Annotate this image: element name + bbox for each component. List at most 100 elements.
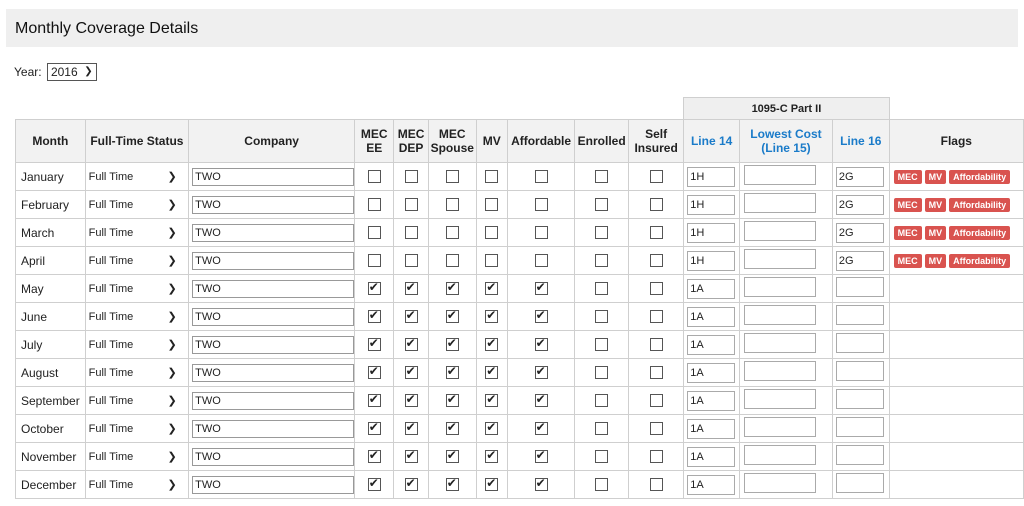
- mv-checkbox[interactable]: [485, 448, 499, 463]
- mec-ee-checkbox[interactable]: [367, 254, 381, 267]
- line14-input[interactable]: 1H: [687, 222, 736, 243]
- mec-dep-checkbox[interactable]: [404, 198, 418, 211]
- mec-spouse-checkbox[interactable]: [445, 392, 459, 407]
- company-input[interactable]: TWO: [192, 391, 355, 410]
- mv-checkbox[interactable]: [485, 364, 499, 379]
- mec-spouse-checkbox[interactable]: [445, 254, 459, 267]
- line16-input[interactable]: [835, 277, 884, 297]
- line16-input[interactable]: [835, 389, 884, 409]
- self-insured-checkbox[interactable]: [649, 198, 663, 211]
- self-insured-checkbox[interactable]: [649, 478, 663, 491]
- line15-input[interactable]: [744, 417, 816, 437]
- mec-dep-checkbox[interactable]: [404, 392, 418, 407]
- line16-input[interactable]: 2G: [835, 222, 884, 243]
- mec-ee-checkbox[interactable]: [367, 170, 381, 183]
- company-input[interactable]: TWO: [192, 223, 355, 242]
- mec-spouse-checkbox[interactable]: [445, 308, 459, 323]
- status-select[interactable]: Full Time ❯: [89, 308, 181, 326]
- mec-spouse-checkbox[interactable]: [445, 420, 459, 435]
- line14-input[interactable]: 1H: [687, 250, 736, 271]
- company-input[interactable]: TWO: [192, 447, 355, 466]
- mec-dep-checkbox[interactable]: [404, 420, 418, 435]
- col-line15-link[interactable]: Lowest Cost (Line 15): [739, 119, 833, 163]
- line15-input[interactable]: [744, 305, 816, 325]
- line15-input[interactable]: [744, 249, 816, 269]
- line14-input[interactable]: 1A: [687, 418, 736, 439]
- line15-input[interactable]: [744, 333, 816, 353]
- mec-ee-checkbox[interactable]: [367, 198, 381, 211]
- affordable-checkbox[interactable]: [534, 254, 548, 267]
- status-select[interactable]: Full Time ❯: [89, 392, 181, 410]
- line14-input[interactable]: 1A: [687, 474, 736, 495]
- mec-ee-checkbox[interactable]: [367, 280, 381, 295]
- line14-input[interactable]: 1A: [687, 278, 736, 299]
- line16-input[interactable]: [835, 305, 884, 325]
- mec-dep-checkbox[interactable]: [404, 280, 418, 295]
- self-insured-checkbox[interactable]: [649, 394, 663, 407]
- mv-checkbox[interactable]: [485, 170, 499, 183]
- line16-input[interactable]: [835, 417, 884, 437]
- line16-input[interactable]: [835, 473, 884, 493]
- mec-dep-checkbox[interactable]: [404, 226, 418, 239]
- enrolled-checkbox[interactable]: [595, 394, 609, 407]
- mec-ee-checkbox[interactable]: [367, 448, 381, 463]
- status-select[interactable]: Full Time ❯: [89, 224, 181, 242]
- line15-input[interactable]: [744, 221, 816, 241]
- line15-input[interactable]: [744, 193, 816, 213]
- line15-input[interactable]: [744, 165, 816, 185]
- line16-input[interactable]: 2G: [835, 194, 884, 215]
- self-insured-checkbox[interactable]: [649, 254, 663, 267]
- line16-input[interactable]: 2G: [835, 250, 884, 271]
- enrolled-checkbox[interactable]: [595, 422, 609, 435]
- line14-input[interactable]: 1H: [687, 194, 736, 215]
- line14-input[interactable]: 1A: [687, 362, 736, 383]
- affordable-checkbox[interactable]: [534, 420, 548, 435]
- affordable-checkbox[interactable]: [534, 280, 548, 295]
- company-input[interactable]: TWO: [192, 195, 355, 214]
- self-insured-checkbox[interactable]: [649, 282, 663, 295]
- enrolled-checkbox[interactable]: [595, 366, 609, 379]
- mec-spouse-checkbox[interactable]: [445, 226, 459, 239]
- line14-input[interactable]: 1A: [687, 390, 736, 411]
- mec-ee-checkbox[interactable]: [367, 226, 381, 239]
- mec-spouse-checkbox[interactable]: [445, 476, 459, 491]
- line15-input[interactable]: [744, 389, 816, 409]
- mv-checkbox[interactable]: [485, 476, 499, 491]
- mec-ee-checkbox[interactable]: [367, 420, 381, 435]
- company-input[interactable]: TWO: [192, 419, 355, 438]
- line16-input[interactable]: [835, 333, 884, 353]
- mv-checkbox[interactable]: [485, 392, 499, 407]
- enrolled-checkbox[interactable]: [595, 310, 609, 323]
- self-insured-checkbox[interactable]: [649, 422, 663, 435]
- mec-dep-checkbox[interactable]: [404, 170, 418, 183]
- status-select[interactable]: Full Time ❯: [89, 196, 181, 214]
- company-input[interactable]: TWO: [192, 475, 355, 494]
- mv-checkbox[interactable]: [485, 226, 499, 239]
- enrolled-checkbox[interactable]: [595, 198, 609, 211]
- mec-spouse-checkbox[interactable]: [445, 170, 459, 183]
- mec-spouse-checkbox[interactable]: [445, 336, 459, 351]
- line15-input[interactable]: [744, 473, 816, 493]
- company-input[interactable]: TWO: [192, 363, 355, 382]
- mv-checkbox[interactable]: [485, 254, 499, 267]
- year-select[interactable]: 2016 ❯: [46, 63, 97, 81]
- status-select[interactable]: Full Time ❯: [89, 336, 181, 354]
- company-input[interactable]: TWO: [192, 167, 355, 186]
- line15-input[interactable]: [744, 277, 816, 297]
- enrolled-checkbox[interactable]: [595, 282, 609, 295]
- mv-checkbox[interactable]: [485, 420, 499, 435]
- mec-dep-checkbox[interactable]: [404, 336, 418, 351]
- affordable-checkbox[interactable]: [534, 198, 548, 211]
- mec-ee-checkbox[interactable]: [367, 392, 381, 407]
- company-input[interactable]: TWO: [192, 251, 355, 270]
- self-insured-checkbox[interactable]: [649, 338, 663, 351]
- status-select[interactable]: Full Time ❯: [89, 252, 181, 270]
- self-insured-checkbox[interactable]: [649, 310, 663, 323]
- self-insured-checkbox[interactable]: [649, 366, 663, 379]
- enrolled-checkbox[interactable]: [595, 254, 609, 267]
- company-input[interactable]: TWO: [192, 279, 355, 298]
- col-line16-link[interactable]: Line 16: [831, 119, 890, 163]
- mec-spouse-checkbox[interactable]: [445, 364, 459, 379]
- affordable-checkbox[interactable]: [534, 170, 548, 183]
- affordable-checkbox[interactable]: [534, 448, 548, 463]
